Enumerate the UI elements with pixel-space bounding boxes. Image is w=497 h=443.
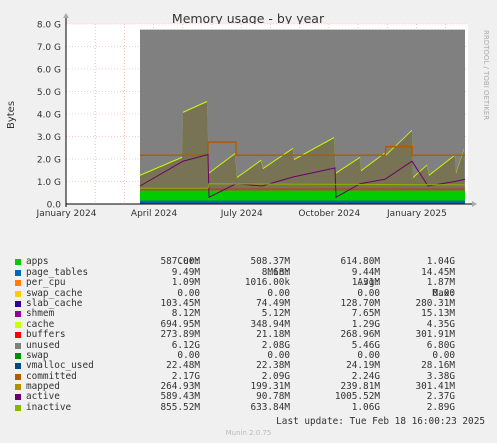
legend-swatch (15, 404, 21, 411)
legend-name: buffers (26, 329, 66, 341)
y-tick-label: 7.0 G (37, 43, 61, 53)
legend-avg: 1.06G (351, 401, 380, 413)
legend-avg: 268.96M (340, 329, 380, 341)
legend-swatch (15, 332, 21, 339)
legend-row-unused: unused 6.12G 2.08G 5.46G 6.80G (0, 340, 497, 351)
legend-row-mapped: mapped 264.93M 199.31M 239.81M 301.41M (0, 381, 497, 392)
y-tick-label: 5.0 G (37, 88, 61, 98)
legend-row-shmem: shmem 8.12M 5.12M 7.65M 15.13M (0, 308, 497, 319)
legend-row-buffers: buffers 273.89M 21.18M 268.96M 301.91M (0, 329, 497, 341)
x-tick-label: January 2024 (36, 209, 97, 219)
legend-swatch (15, 269, 21, 276)
side-label: RRDTOOL / TOBI OETIKER (482, 30, 490, 120)
legend-max: 301.91M (415, 329, 455, 341)
legend-cur: 273.89M (160, 329, 200, 341)
legend-row-per-cpu: per_cpu 1.09M 1016.00k 1.31M 1.87M (0, 277, 497, 288)
memory-chart: Memory usage - by year RRDTOOL / TOBI OE… (6, 11, 490, 219)
area-page-tables (140, 200, 465, 204)
legend-swatch (15, 394, 21, 401)
last-update: Last update: Tue Feb 18 16:00:23 2025 (276, 416, 485, 427)
legend-row-inactive: inactive 855.52M 633.84M 1.06G 2.89G (0, 401, 497, 413)
legend-swatch (15, 290, 21, 297)
y-tick-label: 2.0 G (37, 156, 61, 166)
legend-swatch (15, 363, 21, 370)
legend-swatch (15, 373, 21, 380)
y-tick-label: 4.0 G (37, 111, 61, 121)
x-axis-arrow (472, 201, 477, 207)
legend-swatch (15, 280, 21, 287)
legend-header-row: Cur: Min: Avg: Max: (0, 247, 497, 298)
y-axis-arrow (63, 13, 69, 18)
munin-graph: Memory usage - by year RRDTOOL / TOBI OE… (0, 0, 497, 443)
legend-swatch (15, 321, 21, 328)
y-tick-label: 8.0 G (37, 21, 61, 31)
legend-swatch (15, 384, 21, 391)
legend-name: inactive (26, 401, 72, 413)
y-tick-label: 1.0 G (37, 178, 61, 188)
legend-max: 2.89G (426, 401, 455, 413)
legend-min: 633.84M (250, 401, 290, 413)
x-tick-label: October 2024 (298, 209, 360, 219)
legend-swatch (15, 342, 21, 349)
legend-min: 21.18M (256, 329, 290, 341)
x-tick-label: July 2024 (220, 209, 263, 219)
legend-cur: 855.52M (160, 401, 200, 413)
x-tick-label: January 2025 (386, 209, 447, 219)
y-tick-label: 6.0 G (37, 66, 61, 76)
legend-swatch (15, 300, 21, 307)
legend-row-active: active 589.43M 90.78M 1005.52M 2.37G (0, 392, 497, 402)
chart-title: Memory usage - by year (172, 11, 325, 26)
y-axis-label: Bytes (6, 101, 17, 129)
munin-version: Munin 2.0.75 (225, 429, 272, 437)
y-tick-label: 3.0 G (37, 133, 61, 143)
legend-table: Cur: Min: Avg: Max: apps 587.00M 508.37M 61… (0, 247, 497, 413)
legend-swatch (15, 352, 21, 359)
x-tick-label: April 2024 (131, 209, 178, 219)
legend-swatch (15, 259, 21, 266)
legend-swatch (15, 311, 21, 318)
